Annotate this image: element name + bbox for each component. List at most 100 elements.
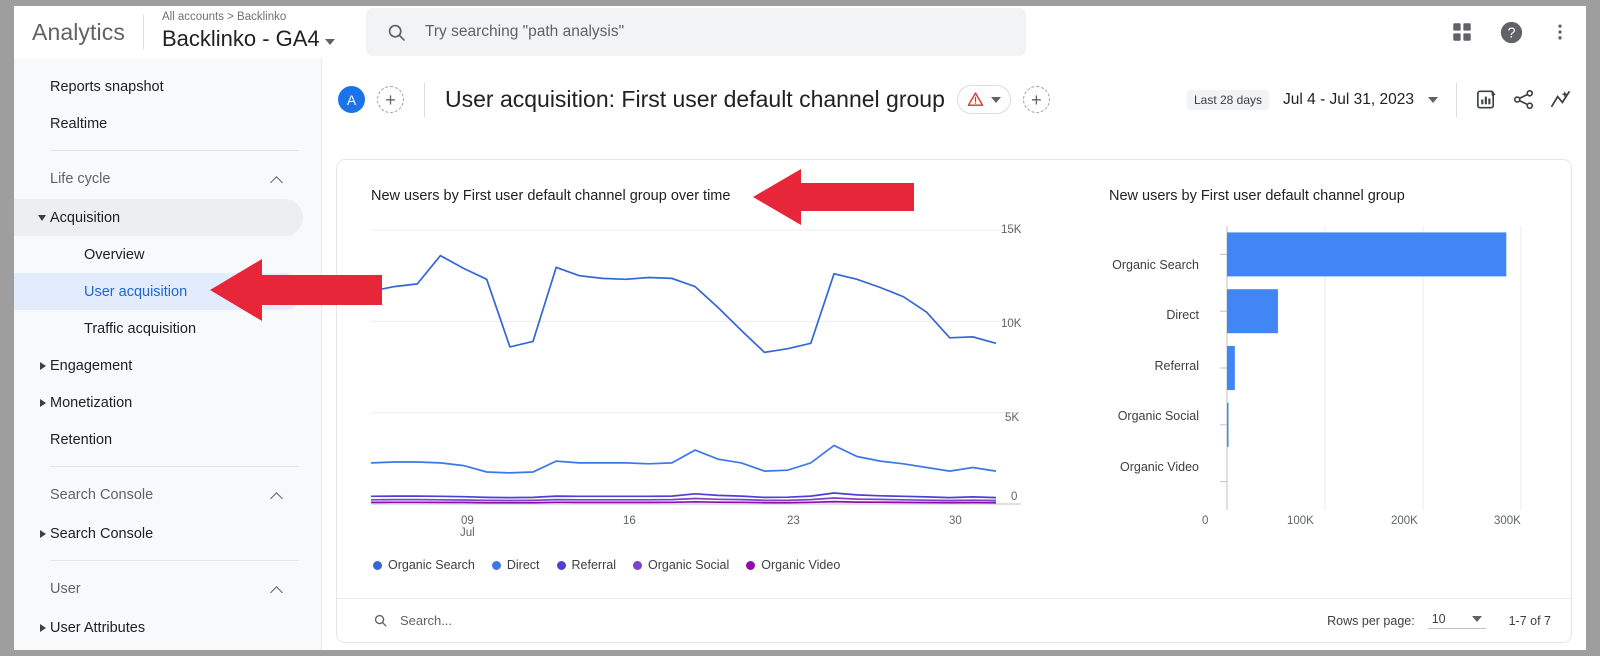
sidebar-item-user-attributes[interactable]: User Attributes	[14, 609, 303, 646]
legend-item[interactable]: Organic Search	[373, 558, 475, 572]
sidebar-divider	[50, 466, 299, 467]
data-warning-badge[interactable]	[956, 85, 1011, 114]
sidebar-item-retention[interactable]: Retention	[14, 421, 303, 458]
date-range-value[interactable]: Jul 4 - Jul 31, 2023	[1283, 91, 1414, 109]
report-header-divider	[424, 82, 425, 117]
sidebar-item-engagement[interactable]: Engagement	[14, 347, 303, 384]
chevron-up-icon	[270, 175, 283, 189]
sidebar-item-monetization[interactable]: Monetization	[14, 384, 303, 421]
sidebar-item-label: Search Console	[50, 525, 154, 542]
sidebar-navigation: Reports snapshot Realtime Life cycle Acq…	[14, 58, 322, 650]
svg-text:?: ?	[1507, 25, 1515, 41]
x-tick-label: 0	[1202, 515, 1209, 527]
sidebar-section-life-cycle[interactable]: Life cycle	[14, 159, 303, 199]
chevron-up-icon	[270, 585, 283, 599]
legend-label: Organic Social	[647, 558, 730, 572]
bar-category-label: Direct	[1166, 308, 1199, 322]
account-name[interactable]: Backlinko - GA4	[162, 26, 335, 52]
legend-color-swatch	[746, 560, 756, 570]
add-filter-button[interactable]: +	[1022, 86, 1050, 113]
triangle-right-icon	[40, 361, 46, 370]
sidebar-item-reports-snapshot[interactable]: Reports snapshot	[14, 68, 303, 105]
sidebar-section-label: Search Console	[50, 487, 154, 503]
sidebar-item-acquisition[interactable]: Acquisition	[14, 199, 303, 236]
apps-grid-icon[interactable]	[1451, 21, 1473, 43]
line-chart-panel: New users by First user default channel …	[337, 160, 1075, 600]
table-search-placeholder: Search...	[400, 613, 453, 628]
sidebar-item-label: Retention	[50, 431, 113, 448]
account-selector[interactable]: All accounts > Backlinko Backlinko - GA4	[162, 11, 335, 52]
legend-item[interactable]: Referral	[556, 558, 616, 572]
table-search-input[interactable]: Search...	[373, 613, 452, 628]
edit-report-icon[interactable]	[1475, 88, 1498, 111]
share-icon[interactable]	[1512, 88, 1535, 111]
analytics-app-window: Analytics All accounts > Backlinko Backl…	[14, 6, 1586, 650]
legend-item[interactable]: Direct	[491, 558, 540, 572]
chevron-down-icon[interactable]	[1428, 96, 1438, 103]
help-icon[interactable]: ?	[1499, 20, 1524, 45]
triangle-down-icon	[38, 214, 46, 221]
sidebar-item-label: Engagement	[50, 357, 133, 374]
y-tick-label: 0	[1011, 491, 1018, 503]
rows-per-page-label: Rows per page:	[1327, 613, 1415, 628]
x-tick-label: 100K	[1287, 515, 1314, 527]
plus-icon: +	[385, 89, 396, 110]
sidebar-section-user[interactable]: User	[14, 569, 303, 609]
bar	[1227, 289, 1278, 334]
search-icon	[386, 22, 407, 43]
sidebar-item-label: Reports snapshot	[50, 78, 164, 95]
date-preset-chip: Last 28 days	[1186, 89, 1270, 110]
avatar[interactable]: A	[338, 86, 365, 113]
sidebar-item-label: Overview	[84, 246, 145, 263]
bar-chart-title: New users by First user default channel …	[1109, 188, 1405, 204]
sidebar-item-label: Acquisition	[50, 209, 121, 226]
bar-chart-panel: New users by First user default channel …	[1089, 160, 1571, 600]
report-header: A + User acquisition: First user default…	[322, 58, 1586, 141]
triangle-right-icon	[40, 529, 46, 538]
legend-item[interactable]: Organic Video	[746, 558, 840, 572]
sidebar-section-label: User	[50, 581, 81, 597]
global-search-input[interactable]: Try searching "path analysis"	[366, 8, 1026, 56]
line-chart-svg	[371, 229, 1021, 505]
card-footer: Search... Rows per page: 10 1-7 of 7	[337, 598, 1571, 642]
sidebar-section-search-console[interactable]: Search Console	[14, 475, 303, 515]
bar-category-label: Organic Search	[1112, 258, 1199, 272]
search-icon	[373, 613, 388, 628]
sidebar-divider	[50, 560, 299, 561]
bar-category-label: Organic Video	[1120, 460, 1199, 474]
bar	[1227, 232, 1507, 277]
bar-category-label: Referral	[1154, 359, 1199, 373]
legend-item[interactable]: Organic Social	[632, 558, 730, 572]
warning-triangle-icon	[967, 91, 984, 108]
y-tick-label: 15K	[1001, 224, 1022, 236]
sidebar-item-label: Traffic acquisition	[84, 320, 197, 337]
more-vert-icon[interactable]	[1550, 21, 1570, 43]
sidebar-item-label: Realtime	[50, 115, 108, 132]
top-bar: Analytics All accounts > Backlinko Backl…	[14, 6, 1586, 58]
y-tick-label: 5K	[1005, 412, 1020, 424]
sidebar-item-realtime[interactable]: Realtime	[14, 105, 303, 142]
header-divider	[142, 15, 144, 49]
page-title: User acquisition: First user default cha…	[445, 86, 945, 112]
line-chart-legend: Organic Search Direct Referral Organic S…	[373, 558, 840, 572]
sidebar-item-search-console[interactable]: Search Console	[14, 515, 303, 552]
insights-icon[interactable]	[1549, 88, 1572, 111]
legend-color-swatch	[632, 560, 642, 570]
add-comparison-button[interactable]: +	[377, 86, 404, 113]
legend-color-swatch	[491, 560, 501, 570]
bar-category-label: Organic Social	[1117, 409, 1199, 423]
global-search-placeholder: Try searching "path analysis"	[425, 23, 625, 40]
line-series	[371, 254, 997, 354]
annotation-arrow-chart-title	[753, 169, 914, 225]
legend-label: Direct	[506, 558, 540, 572]
chevron-up-icon	[270, 491, 283, 505]
sidebar-item-label: User acquisition	[84, 283, 188, 300]
date-range-controls: Last 28 days Jul 4 - Jul 31, 2023	[1186, 58, 1572, 141]
rows-per-page-select[interactable]: 10	[1427, 612, 1486, 629]
annotation-arrow-sidebar	[210, 259, 382, 321]
chevron-down-icon	[324, 38, 335, 45]
sidebar-item-label: Monetization	[50, 394, 133, 411]
y-tick-label: 10K	[1001, 318, 1022, 330]
pagination-range: 1-7 of 7	[1508, 613, 1551, 628]
legend-color-swatch	[556, 560, 566, 570]
